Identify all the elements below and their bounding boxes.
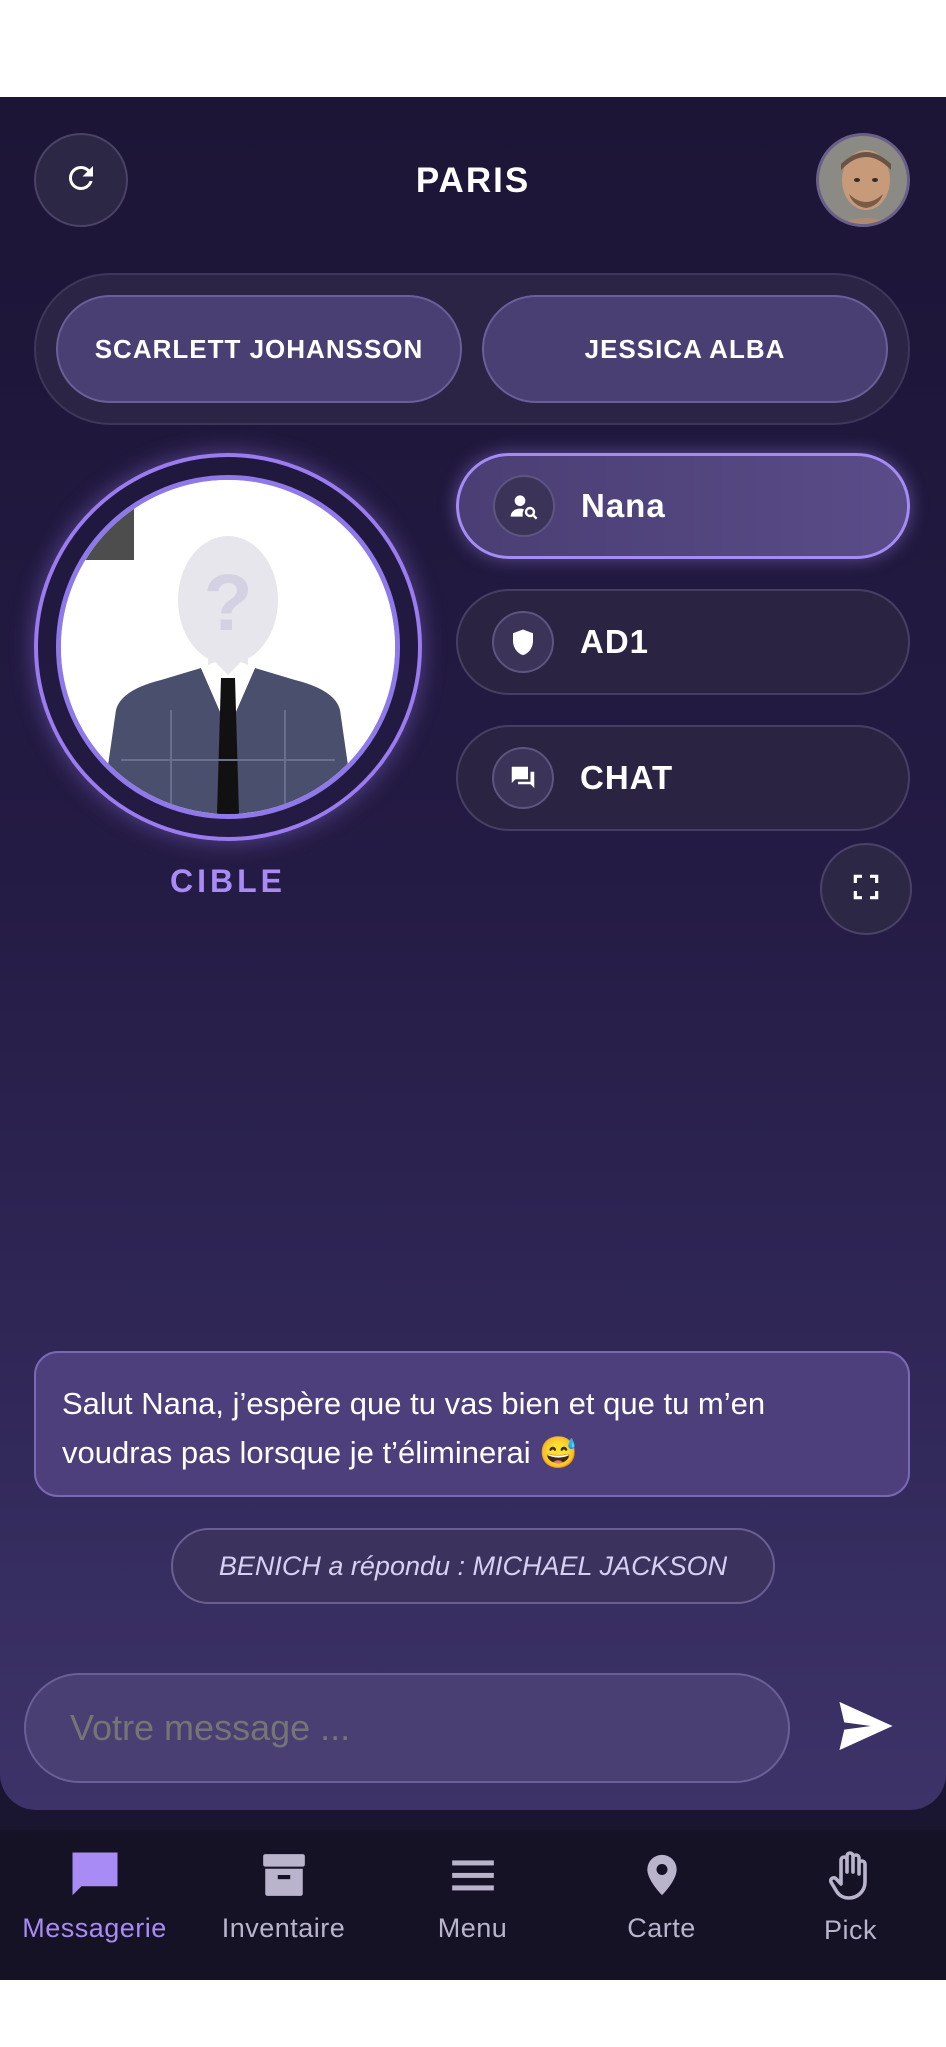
cible-label: CIBLE xyxy=(170,863,286,899)
nav-item-messagerie[interactable]: Messagerie xyxy=(0,1850,189,1960)
app-screen: PARIS SCARLETT JOHANSSON JESSICA ALBA ? … xyxy=(0,97,946,1980)
chat-icon xyxy=(492,747,554,809)
message-bubble: Salut Nana, j’espère que tu vas bien et … xyxy=(34,1351,910,1497)
avatar-portrait xyxy=(819,136,907,224)
main-panel: PARIS SCARLETT JOHANSSON JESSICA ALBA ? … xyxy=(0,97,946,1810)
nav-label: Messagerie xyxy=(22,1913,167,1943)
targets-selector: SCARLETT JOHANSSON JESSICA ALBA xyxy=(34,273,910,425)
target-pill-2[interactable]: JESSICA ALBA xyxy=(482,295,888,403)
bottom-navigation: Messagerie Inventaire Menu Carte Pick xyxy=(0,1830,946,1980)
hand-icon xyxy=(826,1850,876,1907)
person-search-icon xyxy=(493,475,555,537)
side-button-chat[interactable]: CHAT xyxy=(456,725,910,831)
nav-item-inventaire[interactable]: Inventaire xyxy=(189,1850,378,1960)
send-icon xyxy=(837,1701,895,1756)
shield-icon xyxy=(492,611,554,673)
fullscreen-icon xyxy=(850,871,882,908)
side-button-ad1[interactable]: AD1 xyxy=(456,589,910,695)
silhouette-graphic: ? xyxy=(61,480,395,814)
side-button-label: Nana xyxy=(581,487,666,524)
nav-label: Inventaire xyxy=(221,1913,346,1943)
svg-text:?: ? xyxy=(204,558,253,647)
user-avatar[interactable] xyxy=(816,133,910,227)
message-input[interactable] xyxy=(24,1673,790,1783)
target-pill-1[interactable]: SCARLETT JOHANSSON xyxy=(56,295,462,403)
send-button[interactable] xyxy=(826,1693,906,1763)
reply-status: BENICH a répondu : MICHAEL JACKSON xyxy=(171,1528,775,1604)
nav-label: Menu xyxy=(437,1913,508,1943)
page-title: PARIS xyxy=(415,161,531,200)
menu-icon xyxy=(447,1850,499,1905)
archive-icon xyxy=(259,1850,309,1905)
nav-label: Pick xyxy=(823,1915,877,1945)
fullscreen-button[interactable] xyxy=(820,843,912,935)
nav-item-menu[interactable]: Menu xyxy=(378,1850,567,1960)
nav-label: Carte xyxy=(627,1913,696,1943)
side-button-label: CHAT xyxy=(580,759,674,796)
cible-portrait[interactable]: ? xyxy=(34,453,422,841)
message-text: Salut Nana, j’espère que tu vas bien et … xyxy=(62,1386,766,1470)
map-pin-icon xyxy=(640,1850,684,1905)
nav-item-carte[interactable]: Carte xyxy=(567,1850,756,1960)
nav-item-pick[interactable]: Pick xyxy=(756,1850,945,1960)
target-pill-label: SCARLETT JOHANSSON xyxy=(94,333,424,364)
target-pill-label: JESSICA ALBA xyxy=(584,333,786,364)
message-icon xyxy=(68,1850,122,1905)
unknown-person-image: ? xyxy=(56,475,400,819)
side-button-label: AD1 xyxy=(580,623,650,660)
side-button-nana[interactable]: Nana xyxy=(456,453,910,559)
reply-text: BENICH a répondu : MICHAEL JACKSON xyxy=(218,1550,728,1581)
